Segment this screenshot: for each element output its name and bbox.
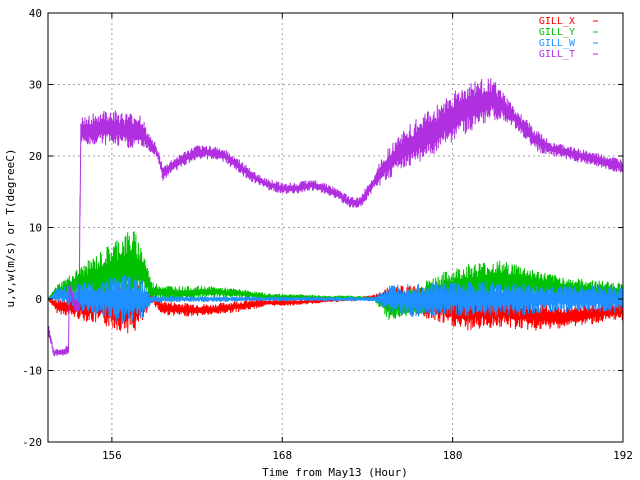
- x-tick-label: 192: [613, 449, 633, 462]
- y-tick-label: 30: [29, 79, 42, 92]
- x-tick-label: 180: [443, 449, 463, 462]
- x-axis-label: Time from May13 (Hour): [262, 466, 408, 479]
- y-tick-label: 20: [29, 150, 42, 163]
- y-tick-label: 0: [35, 293, 42, 306]
- legend-label: GILL_W: [539, 38, 576, 49]
- data-layer: [47, 78, 624, 357]
- legend-label: GILL_X: [539, 16, 575, 27]
- time-series-chart: -20 -10 0 10 20 30 40 156 168 180 192 Time from Ma…: [4, 7, 633, 479]
- y-tick-label: 40: [29, 7, 42, 20]
- y-tick-label: -10: [22, 365, 42, 378]
- y-tick-label: -20: [22, 436, 42, 449]
- y-tick-label: 10: [29, 222, 42, 235]
- legend: GILL_XGILL_YGILL_WGILL_T: [539, 16, 598, 60]
- y-axis-label: u,v,w(m/s) or T(degreeC): [4, 149, 17, 308]
- legend-label: GILL_T: [539, 49, 575, 60]
- grid: [48, 13, 623, 442]
- x-tick-label: 168: [272, 449, 292, 462]
- x-tick-label: 156: [102, 449, 122, 462]
- ticks: -20 -10 0 10 20 30 40 156 168 180 192: [22, 7, 633, 462]
- legend-label: GILL_Y: [539, 27, 575, 38]
